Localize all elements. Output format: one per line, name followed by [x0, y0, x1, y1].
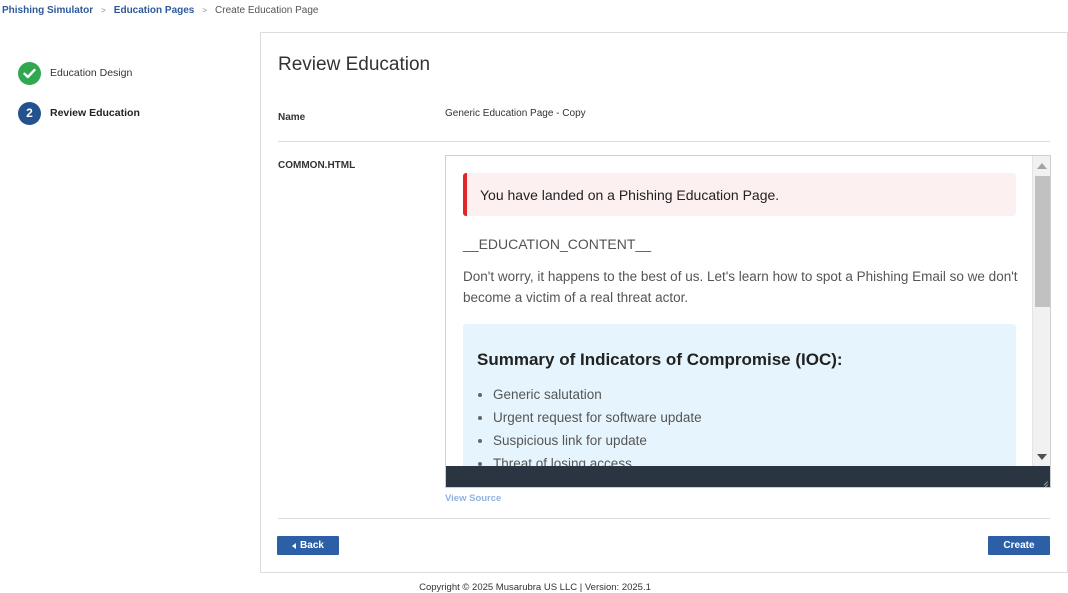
- list-item: Threat of losing access: [493, 452, 1002, 467]
- list-item: Suspicious link for update: [493, 429, 1002, 452]
- breadcrumb-phishing-simulator[interactable]: Phishing Simulator: [2, 5, 93, 16]
- phishing-alert: You have landed on a Phishing Education …: [463, 173, 1016, 216]
- education-content-placeholder: __EDUCATION_CONTENT__: [463, 236, 652, 252]
- ioc-summary-box: Summary of Indicators of Compromise (IOC…: [463, 324, 1016, 467]
- ioc-title: Summary of Indicators of Compromise (IOC…: [477, 350, 843, 369]
- step-number: 2: [18, 101, 41, 125]
- divider: [278, 141, 1050, 142]
- divider: [278, 518, 1050, 519]
- breadcrumb-education-pages[interactable]: Education Pages: [114, 5, 195, 16]
- copyright-text: Copyright © 2025 Musarubra US LLC | Vers…: [419, 582, 651, 593]
- breadcrumb-separator: >: [202, 6, 208, 15]
- html-label: COMMON.HTML: [278, 160, 356, 171]
- footer: Copyright © 2025 Musarubra US LLC | Vers…: [0, 582, 1068, 593]
- caret-left-icon: [292, 542, 297, 549]
- name-value: Generic Education Page - Copy: [445, 108, 586, 119]
- back-button-label: Back: [300, 540, 324, 551]
- page-title: Review Education: [278, 54, 431, 75]
- checkmark-icon: [18, 61, 41, 85]
- preview-scrollbar[interactable]: [1032, 156, 1050, 467]
- step-review-education[interactable]: 2 Review Education: [18, 101, 140, 125]
- wizard-steps: Education Design 2 Review Education: [18, 61, 140, 141]
- scrollbar-thumb[interactable]: [1035, 176, 1050, 307]
- step-education-design[interactable]: Education Design: [18, 61, 140, 85]
- name-label: Name: [278, 112, 306, 123]
- resize-handle-icon[interactable]: [1039, 476, 1048, 485]
- ioc-list: Generic salutation Urgent request for so…: [477, 383, 1002, 467]
- review-panel: Review Education Name Generic Education …: [260, 32, 1068, 573]
- education-intro: Don't worry, it happens to the best of u…: [463, 269, 1018, 305]
- breadcrumb-current: Create Education Page: [215, 5, 319, 16]
- step-label: Education Design: [50, 67, 133, 79]
- breadcrumb-separator: >: [101, 6, 106, 15]
- list-item: Generic salutation: [493, 383, 1002, 406]
- step-label: Review Education: [50, 107, 140, 119]
- editor-status-bar: [446, 466, 1050, 487]
- list-item: Urgent request for software update: [493, 406, 1002, 429]
- scroll-up-icon[interactable]: [1037, 163, 1047, 169]
- scroll-down-icon[interactable]: [1037, 454, 1047, 460]
- create-button[interactable]: Create: [988, 536, 1050, 555]
- view-source-link[interactable]: View Source: [445, 493, 501, 504]
- breadcrumb: Phishing Simulator > Education Pages > C…: [2, 5, 318, 16]
- back-button[interactable]: Back: [277, 536, 339, 555]
- html-preview[interactable]: You have landed on a Phishing Education …: [445, 155, 1051, 488]
- preview-content: You have landed on a Phishing Education …: [446, 156, 1033, 467]
